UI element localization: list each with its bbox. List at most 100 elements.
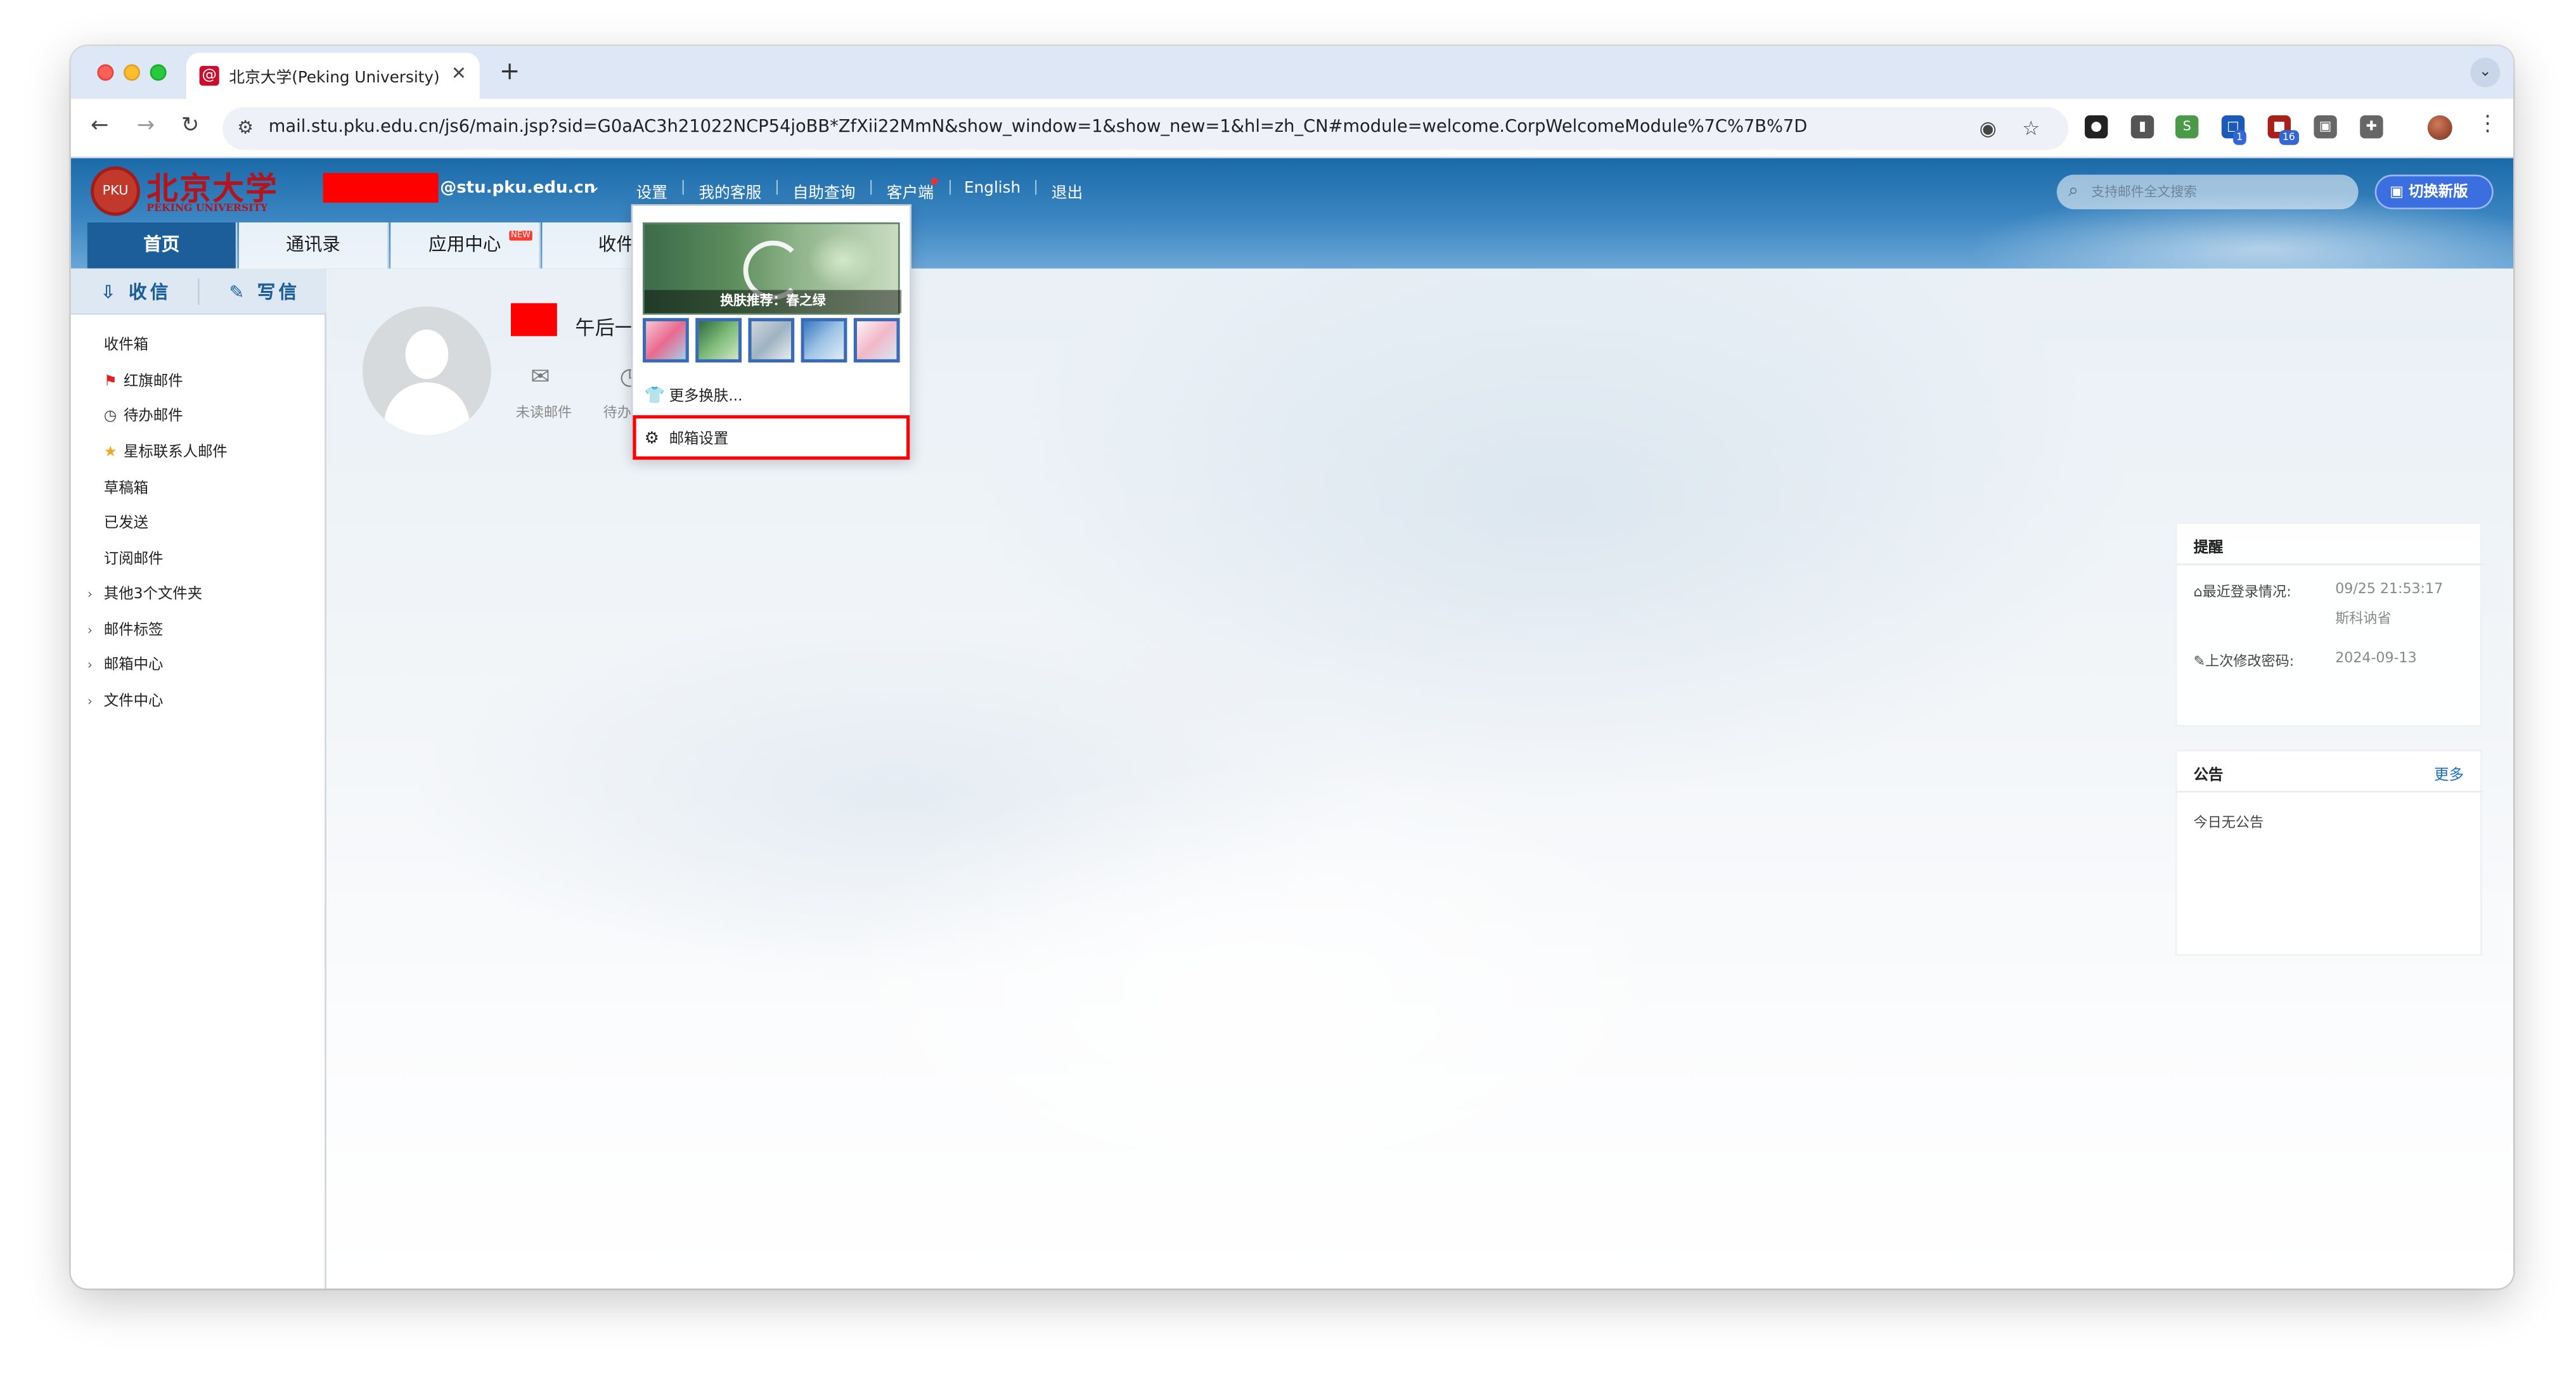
folder-label: 文件中心 (103, 693, 164, 710)
folder-starred[interactable]: ★ 星标联系人邮件 (104, 440, 228, 461)
folder-label: 邮箱中心 (103, 657, 164, 674)
switch-label: 切换新版 (2408, 184, 2468, 202)
eye-off-icon[interactable]: ◉ (1980, 117, 1997, 140)
chevron-right-icon: › (87, 693, 93, 709)
redacted-name (511, 303, 557, 337)
nav-settings[interactable]: 设置 (636, 179, 667, 203)
email-domain[interactable]: @stu.pku.edu.cn (440, 179, 595, 198)
close-window-button[interactable] (97, 64, 114, 81)
receive-icon: ⇩ (100, 281, 119, 304)
skin-thumb[interactable] (853, 317, 900, 362)
reminder-panel: 提醒 ⌂最近登录情况: 09/25 21:53:17 斯科讷省 ✎上次修改密码:… (2175, 522, 2484, 727)
gear-icon: ⚙ (644, 430, 659, 449)
folder-file-center[interactable]: › 文件中心 (87, 689, 164, 710)
mail-settings-item[interactable]: ⚙ 邮箱设置 (644, 427, 729, 449)
avatar-body (383, 382, 470, 435)
folder-subscriptions[interactable]: 订阅邮件 (104, 547, 164, 568)
more-menu-icon[interactable]: ⋮ (2477, 112, 2499, 137)
browser-tab[interactable]: @ 北京大学(Peking University) ✕ (186, 53, 480, 99)
switch-icon: ▣ (2389, 184, 2404, 202)
nav-client[interactable]: 客户端 (887, 179, 934, 203)
clock-icon: ◷ (103, 408, 117, 425)
extension-icon[interactable]: ● (2085, 115, 2108, 139)
folder-other[interactable]: › 其他3个文件夹 (87, 582, 202, 603)
new-tab-icon[interactable]: + (499, 56, 520, 86)
extension-icon[interactable]: S (2175, 115, 2199, 139)
skin-thumb[interactable] (801, 317, 847, 362)
search-input[interactable]: ⌕ 支持邮件全文搜索 (2056, 174, 2359, 210)
unread-label[interactable]: 未读邮件 (516, 402, 572, 422)
skin-recommendation[interactable]: 换肤推荐：春之绿 (642, 222, 902, 315)
avatar-head (405, 330, 449, 379)
todo-label[interactable]: 待办 (603, 402, 631, 422)
address-bar[interactable]: ⚙ mail.stu.pku.edu.cn/js6/main.jsp?sid=G… (222, 107, 2068, 150)
folder-flagged[interactable]: ⚑ 红旗邮件 (104, 369, 183, 390)
receive-button[interactable]: ⇩ 收信 (101, 278, 172, 305)
folder-label: 收件箱 (103, 338, 149, 354)
minimize-window-button[interactable] (124, 64, 140, 81)
password-date: 2024-09-13 (2335, 651, 2417, 667)
tab-home[interactable]: 首页 (87, 222, 238, 269)
nav-self-query[interactable]: 自助查询 (793, 179, 856, 203)
red-flag-icon: ⚑ (103, 374, 117, 391)
compose-bar: ⇩ 收信 ✎ 写信 (70, 268, 326, 315)
sidebar: ⇩ 收信 ✎ 写信 收件箱 ⚑ 红旗邮件 ◷ 待办邮件 ★ 星标联系人邮件 草稿箱 已… (70, 268, 326, 1289)
tab-contacts[interactable]: 通讯录 (239, 222, 389, 269)
profile-avatar[interactable] (2427, 115, 2452, 140)
nav-logout[interactable]: 退出 (1052, 179, 1083, 203)
nav-separator: | (775, 179, 780, 196)
back-icon[interactable]: ← (91, 113, 108, 138)
tab-app-center[interactable]: 应用中心 (390, 222, 541, 269)
folder-mail-center[interactable]: › 邮箱中心 (87, 653, 164, 674)
skin-thumb[interactable] (695, 317, 742, 362)
site-info-icon[interactable]: ⚙ (237, 117, 254, 139)
favicon-icon: @ (199, 66, 219, 86)
bookmark-star-icon[interactable]: ☆ (2022, 117, 2040, 140)
notification-dot (931, 177, 938, 185)
search-placeholder: 支持邮件全文搜索 (2091, 184, 2197, 200)
last-login-label: ⌂最近登录情况: (2194, 582, 2291, 601)
compose-label: 写信 (257, 281, 300, 304)
chevron-down-icon[interactable]: ⌄ (588, 179, 601, 196)
skin-thumb[interactable] (642, 317, 689, 362)
folder-label: 已发送 (103, 515, 149, 532)
chevron-right-icon: › (87, 657, 93, 672)
skin-caption: 换肤推荐：春之绿 (644, 290, 902, 313)
envelope-icon[interactable]: ✉ (531, 364, 550, 391)
folder-inbox[interactable]: 收件箱 (104, 333, 148, 354)
folder-sent[interactable]: 已发送 (104, 511, 148, 532)
folder-label: 邮件标签 (103, 622, 164, 639)
nav-customer-service[interactable]: 我的客服 (699, 179, 761, 203)
nav-english[interactable]: English (964, 179, 1021, 198)
switch-version-button[interactable]: ▣ 切换新版 (2374, 174, 2494, 210)
folder-tags[interactable]: › 邮件标签 (87, 618, 164, 639)
folder-label: 待办邮件 (124, 408, 183, 425)
puzzle-icon[interactable]: ✚ (2360, 115, 2383, 139)
search-icon: ⌕ (2068, 179, 2079, 202)
folder-label: 订阅邮件 (103, 551, 164, 568)
forward-icon[interactable]: → (137, 113, 155, 138)
tab-search-icon[interactable]: ⌄ (2470, 58, 2501, 87)
last-login-time: 09/25 21:53:17 (2335, 581, 2444, 598)
compose-button[interactable]: ✎ 写信 (229, 278, 300, 305)
more-link[interactable]: 更多 (2434, 763, 2464, 785)
last-login-text: 最近登录情况: (2202, 584, 2291, 601)
skin-thumb[interactable] (748, 317, 795, 362)
folder-drafts[interactable]: 草稿箱 (104, 476, 148, 497)
close-tab-icon[interactable]: ✕ (451, 63, 467, 84)
more-skins-label: 更多换肤... (669, 388, 743, 406)
nav-separator: | (680, 179, 686, 196)
folder-todo[interactable]: ◷ 待办邮件 (104, 404, 183, 425)
reload-icon[interactable]: ↻ (181, 113, 199, 138)
avatar[interactable] (363, 306, 491, 435)
nav-separator: | (868, 179, 874, 196)
extension-icon[interactable]: ▣ (2314, 115, 2337, 139)
nav-separator: | (948, 179, 953, 196)
maximize-window-button[interactable] (150, 64, 167, 81)
extension-icon[interactable]: ▮ (2130, 115, 2154, 139)
mail-body: ⇩ 收信 ✎ 写信 收件箱 ⚑ 红旗邮件 ◷ 待办邮件 ★ 星标联系人邮件 草稿箱 已… (70, 268, 2513, 1289)
compose-icon: ✎ (229, 281, 248, 304)
notice-panel: 公告 更多 今日无公告 (2175, 750, 2484, 956)
more-skins-item[interactable]: 👕 更多换肤... (645, 384, 743, 406)
panel-title: 公告 (2193, 767, 2224, 785)
